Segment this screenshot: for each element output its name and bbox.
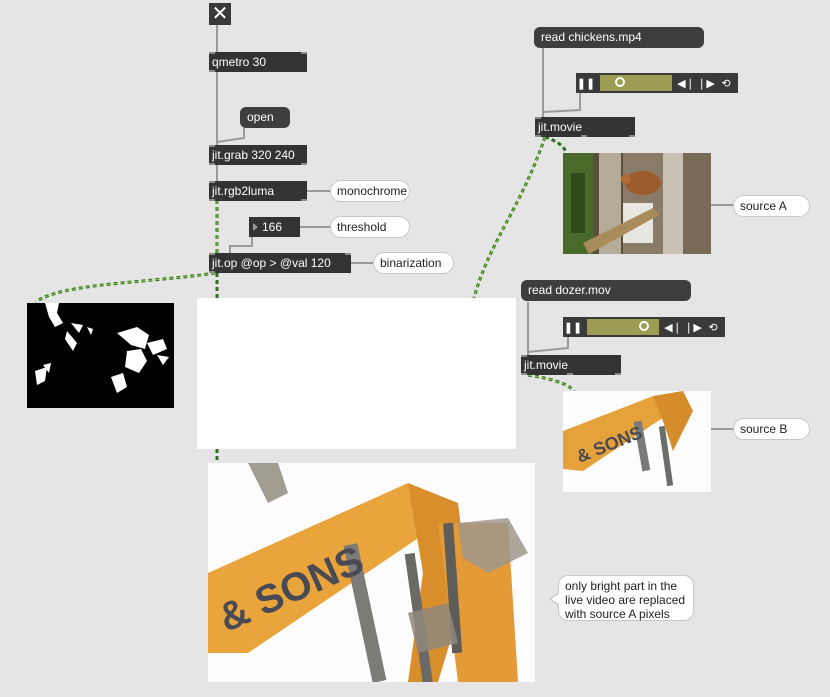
jit-rgb2luma-label: jit.rgb2luma (212, 184, 275, 198)
threshold-text: threshold (337, 220, 387, 234)
step-back-icon[interactable]: ◀❘ (663, 317, 683, 337)
loop-icon[interactable]: ⟲ (716, 73, 736, 93)
read-dozer-message[interactable]: read dozer.mov (521, 280, 691, 301)
jit-op-object[interactable]: jit.op @op > @val 120 (209, 253, 351, 273)
transport-a-knob[interactable] (614, 77, 625, 87)
loop-icon[interactable]: ⟲ (703, 317, 723, 337)
comment-source-b: source B (733, 418, 810, 440)
source-b-text: source B (740, 422, 788, 436)
blank-output-window (197, 298, 516, 449)
close-icon: ✕ (211, 3, 229, 25)
comment-threshold: threshold (330, 216, 410, 238)
composite-video-image: & SONS (208, 463, 535, 682)
threshold-value: 166 (262, 220, 283, 234)
binarized-mask-image (35, 303, 169, 393)
jit-rgb2luma-object[interactable]: jit.rgb2luma (209, 181, 307, 201)
step-forward-icon[interactable]: ❘▶ (696, 73, 716, 93)
comment-note: only bright part in the live video are r… (558, 575, 694, 621)
jit-op-label: jit.op @op > @val 120 (212, 256, 331, 270)
stop-toggle[interactable]: ✕ (209, 3, 231, 25)
source-a-text: source A (740, 199, 787, 213)
qmetro-object[interactable]: qmetro 30 (209, 52, 307, 72)
pause-icon[interactable]: ❚❚ (563, 317, 583, 337)
binarization-text: binarization (380, 256, 442, 270)
qmetro-label: qmetro 30 (212, 55, 267, 69)
jit-grab-label: jit.grab 320 240 (212, 148, 295, 162)
transport-b[interactable]: ❚❚ ◀❘ ❘▶ ⟲ (563, 317, 725, 337)
comment-monochrome: monochrome (330, 180, 410, 202)
jit-movie-b-label: jit.movie (524, 358, 569, 372)
binarized-preview (27, 303, 174, 408)
jit-movie-a-object[interactable]: jit.movie (535, 117, 635, 137)
note-pointer-fill (551, 594, 559, 604)
triangle-icon (253, 223, 258, 231)
composite-output: & SONS (208, 463, 535, 682)
comment-binarization: binarization (373, 252, 454, 274)
chicken-video-image (563, 153, 711, 254)
source-a-preview (563, 153, 711, 254)
transport-a[interactable]: ❚❚ ◀❘ ❘▶ ⟲ (576, 73, 738, 93)
comment-source-a: source A (733, 195, 810, 217)
monochrome-text: monochrome (337, 184, 408, 198)
read-chickens-message[interactable]: read chickens.mp4 (534, 27, 704, 48)
threshold-number-box[interactable]: 166 (249, 217, 300, 237)
step-back-icon[interactable]: ◀❘ (676, 73, 696, 93)
read-dozer-label: read dozer.mov (528, 283, 611, 297)
open-message[interactable]: open (240, 107, 290, 128)
note-text: only bright part in the live video are r… (565, 579, 686, 621)
jit-grab-object[interactable]: jit.grab 320 240 (209, 145, 307, 165)
dozer-video-image: & SONS (563, 391, 711, 492)
step-forward-icon[interactable]: ❘▶ (683, 317, 703, 337)
read-chickens-label: read chickens.mp4 (541, 30, 642, 44)
jit-movie-b-object[interactable]: jit.movie (521, 355, 621, 375)
open-label: open (247, 110, 274, 124)
jit-movie-a-label: jit.movie (538, 120, 583, 134)
transport-a-progress[interactable] (600, 75, 672, 91)
source-b-preview: & SONS (563, 391, 711, 492)
pause-icon[interactable]: ❚❚ (576, 73, 596, 93)
